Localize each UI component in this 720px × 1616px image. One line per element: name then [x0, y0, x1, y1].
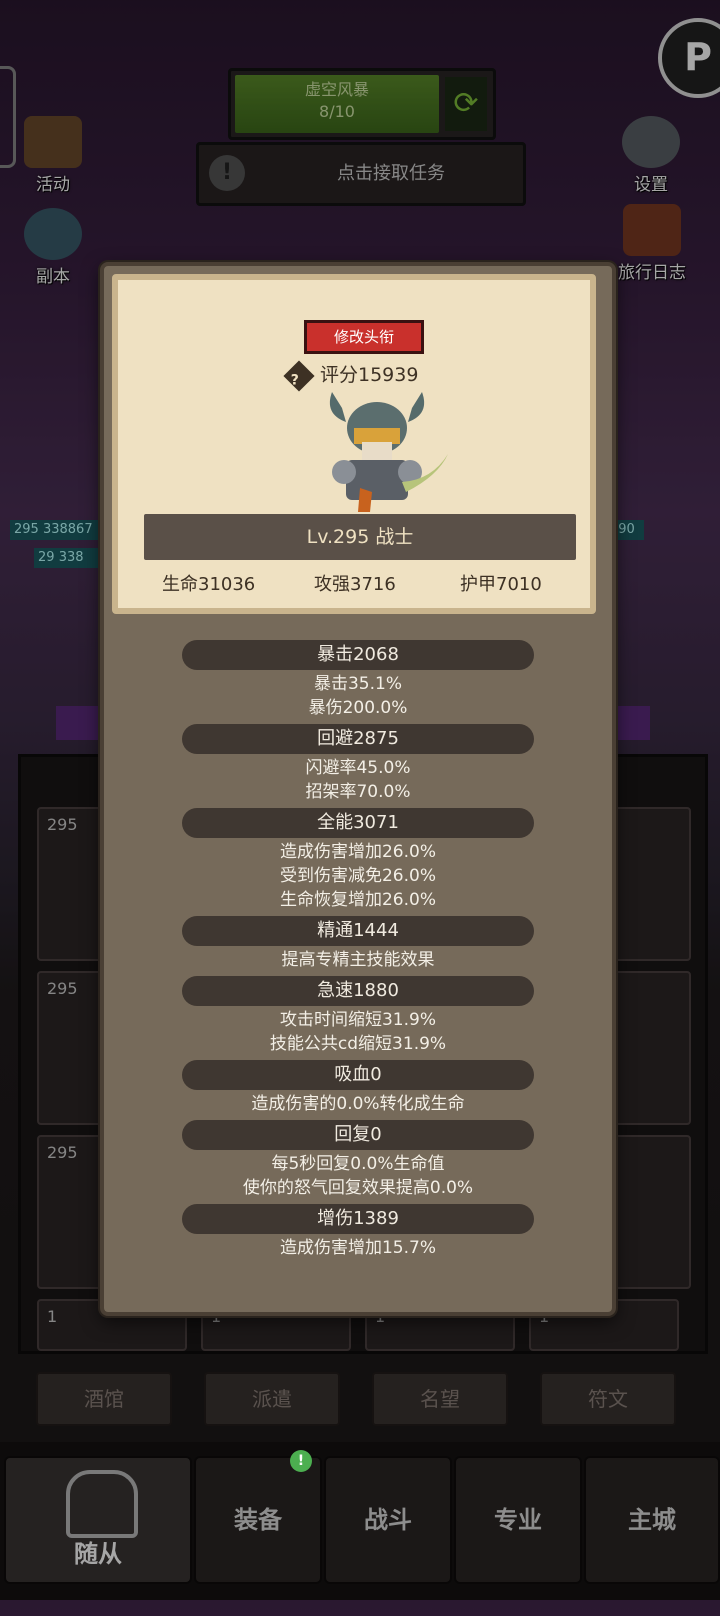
notification-badge: !	[290, 1450, 312, 1472]
stat-detail: 每5秒回复0.0%生命值	[271, 1154, 445, 1174]
stat-group-damage-bonus: 增伤1389	[182, 1204, 534, 1234]
stat-detail: 技能公共cd缩短31.9%	[269, 1034, 447, 1054]
stat-armor: 护甲7010	[460, 574, 542, 595]
stat-group-mastery: 精通1444	[182, 916, 534, 946]
stat-detail: 造成伤害的0.0%转化成生命	[251, 1094, 465, 1114]
score-text: 评分15939	[320, 364, 419, 386]
stat-group-avoidance: 回避2875	[182, 724, 534, 754]
stat-detail: 造成伤害增加26.0%	[279, 842, 436, 862]
stat-health: 生命31036	[162, 574, 256, 595]
stat-detail: 生命恢复增加26.0%	[279, 890, 436, 910]
stat-detail: 闪避率45.0%	[305, 758, 411, 778]
stat-detail: 使你的怒气回复效果提高0.0%	[242, 1178, 474, 1198]
stat-group-versatility: 全能3071	[182, 808, 534, 838]
stat-detail: 暴击35.1%	[313, 674, 402, 694]
level-class-banner: Lv.295 战士	[144, 514, 576, 560]
stat-group-lifesteal: 吸血0	[182, 1060, 534, 1090]
edit-title-button[interactable]: 修改头衔	[304, 320, 424, 354]
character-card: 修改头衔 ? 评分15939 Lv.295 战士 生命31036 攻强3716 护…	[112, 274, 596, 614]
stat-attack-power: 攻强3716	[314, 574, 396, 595]
stat-detail: 攻击时间缩短31.9%	[279, 1010, 436, 1030]
stat-detail: 造成伤害增加15.7%	[279, 1238, 436, 1258]
stat-detail: 暴伤200.0%	[308, 698, 408, 718]
warrior-portrait	[329, 392, 448, 512]
stat-group-regen: 回复0	[182, 1120, 534, 1150]
stat-group-crit: 暴击2068	[182, 640, 534, 670]
stat-detail: 招架率70.0%	[305, 782, 411, 802]
stat-group-haste: 急速1880	[182, 976, 534, 1006]
stat-detail: 提高专精主技能效果	[281, 950, 435, 970]
character-stats-panel: 修改头衔 ? 评分15939 Lv.295 战士 生命31036 攻强3716 护…	[100, 262, 616, 1316]
stat-detail: 受到伤害减免26.0%	[279, 866, 436, 886]
